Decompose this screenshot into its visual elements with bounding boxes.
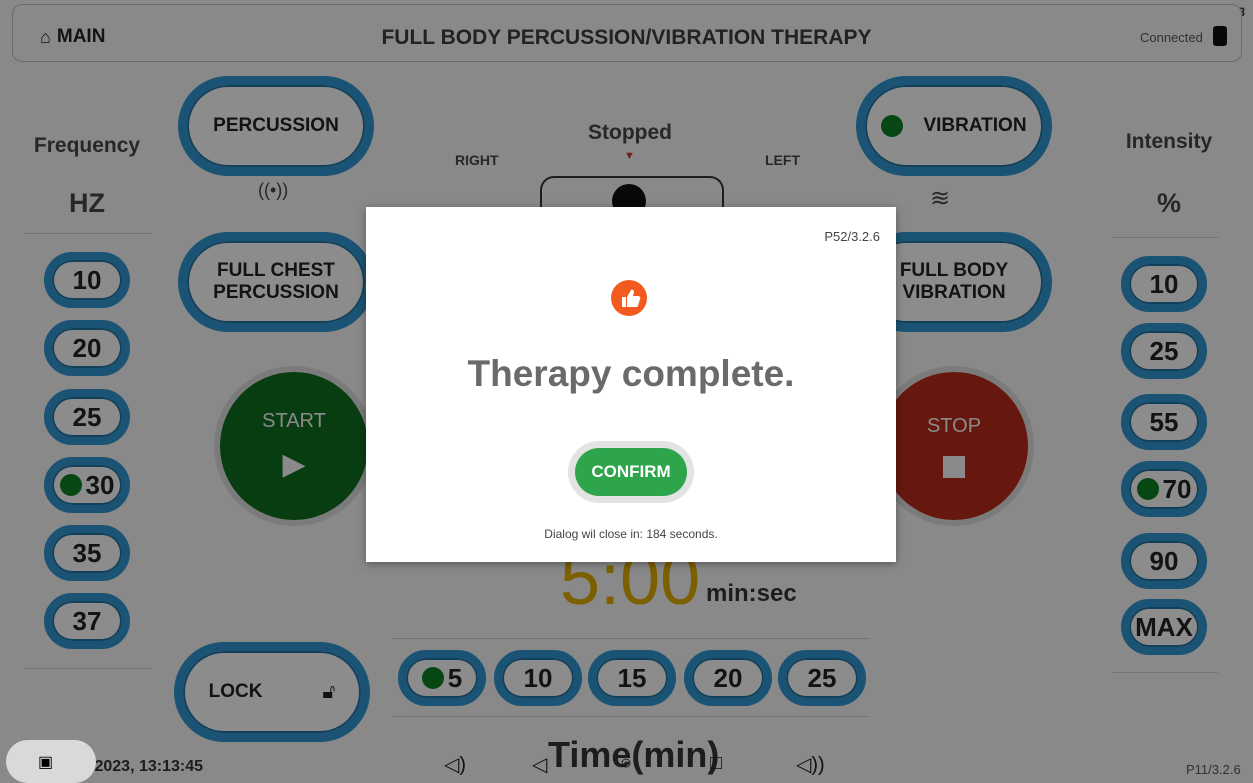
confirm-button-frame: CONFIRM <box>568 441 694 503</box>
dialog-title: Therapy complete. <box>467 353 795 394</box>
confirm-button[interactable]: CONFIRM <box>575 448 687 496</box>
dialog-countdown: Dialog wil close in: 184 seconds. <box>544 527 718 541</box>
back-icon[interactable]: ◁ <box>532 752 547 777</box>
volume-up-icon[interactable]: ◁)) <box>796 752 825 777</box>
home-nav-icon[interactable]: ○ <box>620 752 632 775</box>
screenshot-button[interactable]: ▣ <box>6 740 96 783</box>
therapy-complete-dialog: P52/3.2.6 Therapy complete. CONFIRM Dial… <box>366 207 896 562</box>
recents-icon[interactable]: □ <box>710 752 722 775</box>
thumbs-up-icon <box>611 280 647 316</box>
dialog-code: P52/3.2.6 <box>824 229 880 244</box>
camera-icon: ▣ <box>38 754 54 771</box>
volume-down-icon[interactable]: ◁) <box>444 752 466 777</box>
